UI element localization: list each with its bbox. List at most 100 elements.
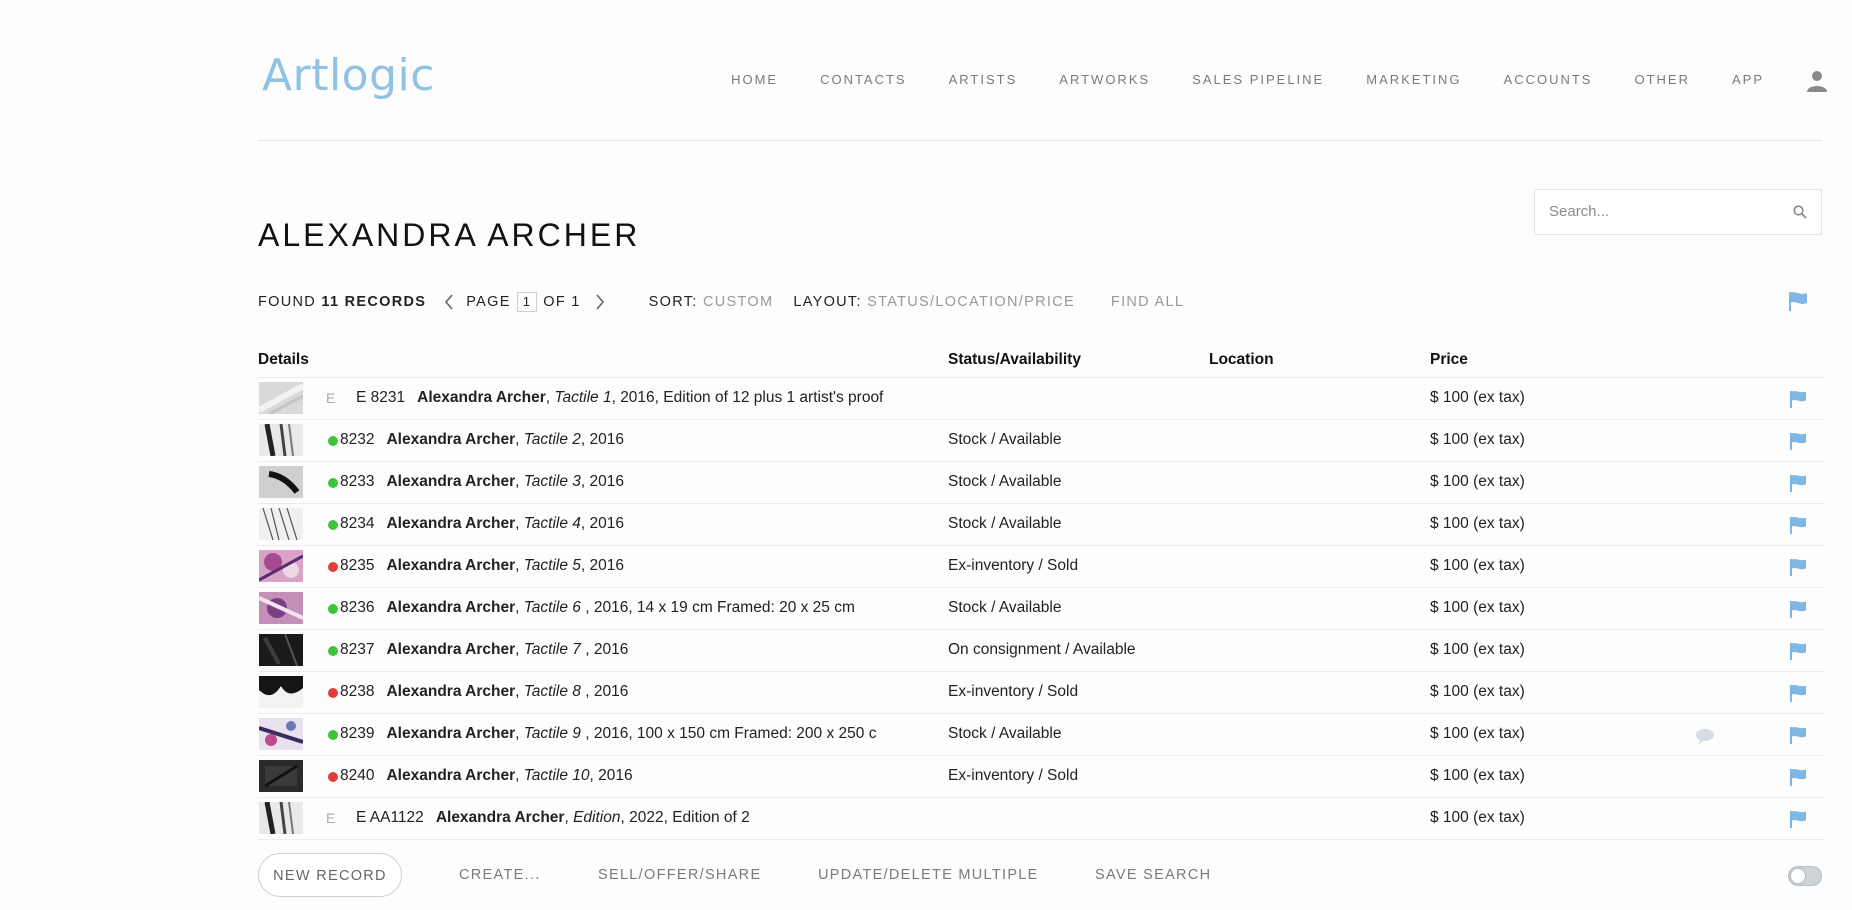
layout-label: LAYOUT:: [793, 294, 862, 310]
price: $ 100 (ex tax): [1430, 389, 1525, 406]
artist-name: Alexandra Archer: [386, 683, 516, 700]
flag-icon[interactable]: [1788, 725, 1808, 745]
nav-item-sales-pipeline[interactable]: SALES PIPELINE: [1192, 72, 1324, 87]
artist-name: Alexandra Archer: [386, 473, 516, 490]
page-number-input[interactable]: 1: [516, 292, 538, 312]
header-location[interactable]: Location: [1209, 351, 1274, 369]
price: $ 100 (ex tax): [1430, 599, 1525, 616]
artist-name: Alexandra Archer: [435, 809, 565, 826]
table-row[interactable]: 8237 Alexandra Archer, Tactile 7 , 2016 On…: [258, 630, 1824, 672]
status-availability: On consignment / Available: [948, 641, 1136, 658]
search-input[interactable]: [1547, 202, 1781, 221]
flag-icon[interactable]: [1788, 389, 1808, 409]
create-button[interactable]: CREATE...: [459, 867, 541, 883]
artwork-info: , 2016, 100 x 150 cm Framed: 200 x 250 c: [580, 725, 877, 742]
nav-item-artworks[interactable]: ARTWORKS: [1059, 72, 1150, 87]
results-toolbar: FOUND 11 RECORDS PAGE 1 OF 1 SORT: CUSTO…: [258, 291, 1184, 313]
status-availability: Stock / Available: [948, 725, 1062, 742]
table-row[interactable]: EE 8231 Alexandra Archer, Tactile 1, 2016…: [258, 378, 1824, 420]
table-row[interactable]: 8238 Alexandra Archer, Tactile 8 , 2016 Ex…: [258, 672, 1824, 714]
artwork-thumbnail[interactable]: [259, 550, 303, 582]
chevron-right-icon[interactable]: [595, 294, 605, 310]
sort-value[interactable]: CUSTOM: [703, 294, 773, 310]
artwork-thumbnail[interactable]: [259, 802, 303, 834]
flag-icon[interactable]: [1788, 641, 1808, 661]
artwork-thumbnail[interactable]: [259, 508, 303, 540]
table-header: Details Status/Availability Location Pri…: [258, 343, 1824, 378]
chevron-left-icon[interactable]: [444, 294, 454, 310]
status-dot-icon: [328, 730, 338, 740]
find-all-link[interactable]: FIND ALL: [1111, 294, 1184, 310]
artist-name: Alexandra Archer: [386, 599, 516, 616]
artwork-thumbnail[interactable]: [259, 634, 303, 666]
flag-icon[interactable]: [1788, 473, 1808, 493]
artwork-thumbnail[interactable]: [259, 592, 303, 624]
flag-icon[interactable]: [1788, 515, 1808, 535]
nav-item-other[interactable]: OTHER: [1634, 72, 1690, 87]
user-icon[interactable]: [1807, 70, 1827, 92]
artlogic-logo[interactable]: Artlogic: [262, 50, 435, 101]
found-count: 11 RECORDS: [321, 294, 427, 310]
page-of-label: OF 1: [543, 294, 581, 310]
table-row[interactable]: 8239 Alexandra Archer, Tactile 9 , 2016, …: [258, 714, 1824, 756]
artwork-title: Tactile 4: [523, 515, 581, 532]
artwork-thumbnail[interactable]: [259, 718, 303, 750]
table-row[interactable]: EE AA1122 Alexandra Archer, Edition, 2022…: [258, 798, 1824, 840]
artwork-title: Tactile 9: [523, 725, 581, 742]
status-availability: Ex-inventory / Sold: [948, 767, 1079, 784]
footer-actions: NEW RECORD CREATE... SELL/OFFER/SHARE UP…: [258, 853, 1822, 899]
artwork-thumbnail[interactable]: [259, 760, 303, 792]
table-row[interactable]: 8240 Alexandra Archer, Tactile 10, 2016 Ex…: [258, 756, 1824, 798]
artwork-thumbnail[interactable]: [259, 466, 303, 498]
status-availability: Stock / Available: [948, 599, 1062, 616]
table-row[interactable]: 8232 Alexandra Archer, Tactile 2, 2016 Sto…: [258, 420, 1824, 462]
view-toggle[interactable]: [1788, 866, 1822, 886]
nav-item-accounts[interactable]: ACCOUNTS: [1504, 72, 1593, 87]
new-record-button[interactable]: NEW RECORD: [258, 853, 402, 897]
status-availability: Ex-inventory / Sold: [948, 683, 1079, 700]
nav-item-marketing[interactable]: MARKETING: [1366, 72, 1461, 87]
artwork-thumbnail[interactable]: [259, 676, 303, 708]
update-delete-multiple-button[interactable]: UPDATE/DELETE MULTIPLE: [818, 867, 1039, 883]
flag-icon[interactable]: [1788, 431, 1808, 451]
artwork-details[interactable]: E AA1122 Alexandra Archer, Edition, 2022,…: [356, 809, 1186, 827]
table-row[interactable]: 8235 Alexandra Archer, Tactile 5, 2016 Ex-…: [258, 546, 1824, 588]
search-box[interactable]: [1534, 189, 1822, 235]
nav-item-app[interactable]: APP: [1732, 72, 1764, 87]
table-row[interactable]: 8234 Alexandra Archer, Tactile 4, 2016 Sto…: [258, 504, 1824, 546]
stock-number: 8234: [340, 515, 375, 532]
header-status[interactable]: Status/Availability: [948, 351, 1081, 369]
table-row[interactable]: 8236 Alexandra Archer, Tactile 6 , 2016, …: [258, 588, 1824, 630]
flag-icon[interactable]: [1788, 683, 1808, 703]
artwork-details[interactable]: E 8231 Alexandra Archer, Tactile 1, 2016,…: [356, 389, 1186, 407]
artwork-title: Tactile 6: [523, 599, 581, 616]
flag-icon[interactable]: [1788, 557, 1808, 577]
sell-offer-share-button[interactable]: SELL/OFFER/SHARE: [598, 867, 761, 883]
table-row[interactable]: 8233 Alexandra Archer, Tactile 3, 2016 Sto…: [258, 462, 1824, 504]
save-search-button[interactable]: SAVE SEARCH: [1095, 867, 1211, 883]
flag-icon[interactable]: [1788, 767, 1808, 787]
flag-icon[interactable]: [1787, 290, 1809, 312]
status-availability: Stock / Available: [948, 473, 1062, 490]
page-title: ALEXANDRA ARCHER: [258, 217, 641, 254]
artist-name: Alexandra Archer: [386, 515, 516, 532]
header-details[interactable]: Details: [258, 351, 309, 369]
price: $ 100 (ex tax): [1430, 431, 1525, 448]
nav-item-artists[interactable]: ARTISTS: [949, 72, 1018, 87]
stock-number: 8232: [340, 431, 375, 448]
artwork-thumbnail[interactable]: [259, 382, 303, 414]
flag-icon[interactable]: [1788, 599, 1808, 619]
search-icon[interactable]: [1793, 205, 1807, 219]
nav-item-home[interactable]: HOME: [731, 72, 778, 87]
header-price[interactable]: Price: [1430, 351, 1468, 369]
nav-item-contacts[interactable]: CONTACTS: [820, 72, 907, 87]
flag-icon[interactable]: [1788, 809, 1808, 829]
artwork-thumbnail[interactable]: [259, 424, 303, 456]
artlogic-page: Artlogic HOME CONTACTS ARTISTS ARTWORKS SALE…: [0, 0, 1852, 910]
layout-value[interactable]: STATUS/LOCATION/PRICE: [867, 294, 1075, 310]
price: $ 100 (ex tax): [1430, 767, 1525, 784]
status-dot-icon: [328, 478, 338, 488]
artist-name: Alexandra Archer: [386, 725, 516, 742]
stock-number: E 8231: [356, 389, 406, 406]
comment-icon[interactable]: [1695, 728, 1715, 744]
